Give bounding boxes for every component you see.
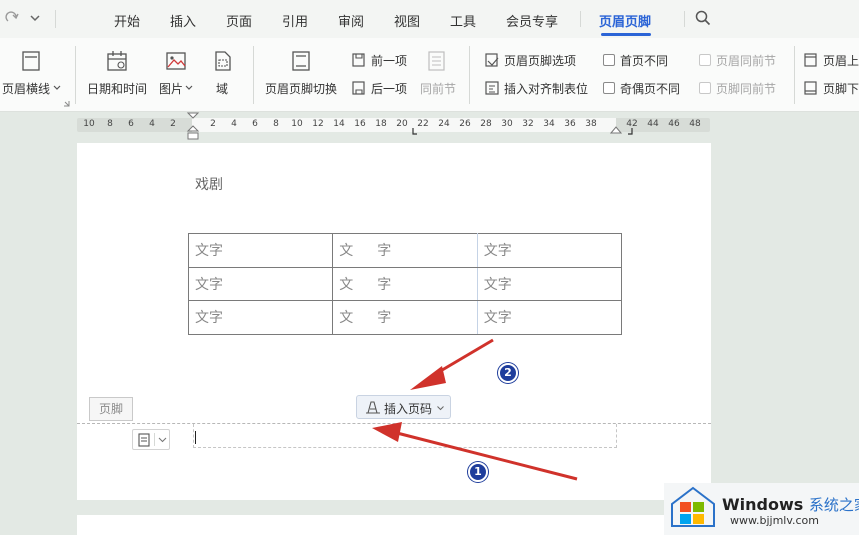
annotation-arrows [372,338,578,481]
watermark-title: Windows 系统之家 [722,494,859,515]
windows-logo-icon [671,486,715,527]
watermark-site-name: 系统之家 [808,496,859,514]
watermark-url: www.bjjmlv.com [730,514,819,527]
step-badge-1: 1 [468,462,488,482]
arrow-1-head [372,422,402,442]
watermark-brand: Windows [722,495,804,514]
step-badge-2: 2 [498,363,518,383]
arrow-2-head [410,366,446,390]
